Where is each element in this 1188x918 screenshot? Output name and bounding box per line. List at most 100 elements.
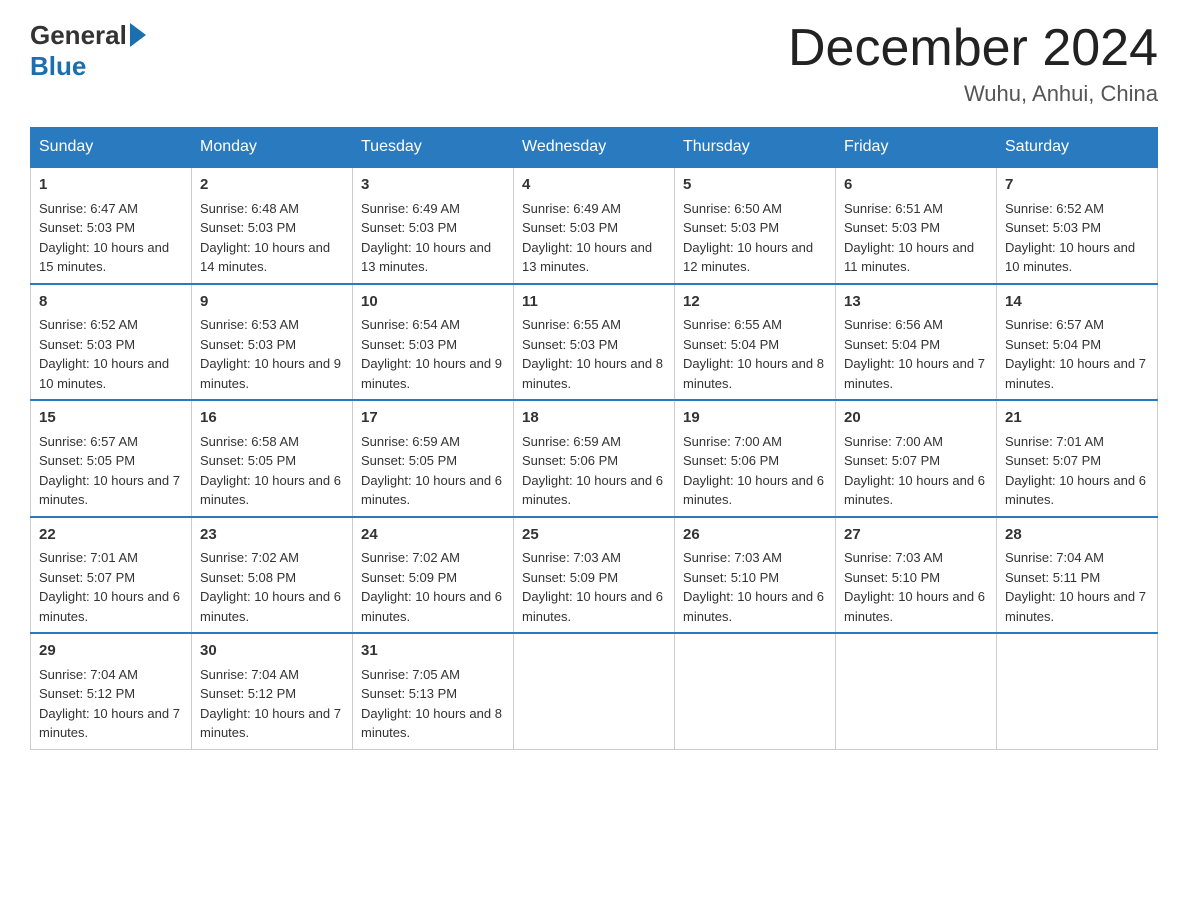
- daylight-label: Daylight: 10 hours and 6 minutes.: [683, 473, 824, 508]
- logo: General Blue: [30, 20, 146, 82]
- day-number: 23: [200, 524, 344, 547]
- sunrise-label: Sunrise: 7:02 AM: [200, 550, 299, 565]
- sunrise-label: Sunrise: 6:55 AM: [683, 317, 782, 332]
- table-row: 6 Sunrise: 6:51 AM Sunset: 5:03 PM Dayli…: [836, 167, 997, 284]
- daylight-label: Daylight: 10 hours and 8 minutes.: [522, 356, 663, 391]
- page-header: General Blue December 2024 Wuhu, Anhui, …: [30, 20, 1158, 107]
- sunset-label: Sunset: 5:03 PM: [39, 337, 135, 352]
- day-number: 1: [39, 174, 183, 197]
- sunrise-label: Sunrise: 7:01 AM: [1005, 434, 1104, 449]
- daylight-label: Daylight: 10 hours and 14 minutes.: [200, 240, 330, 275]
- sunrise-label: Sunrise: 6:52 AM: [39, 317, 138, 332]
- col-friday: Friday: [836, 128, 997, 168]
- col-wednesday: Wednesday: [514, 128, 675, 168]
- day-number: 10: [361, 291, 505, 314]
- sunrise-label: Sunrise: 7:02 AM: [361, 550, 460, 565]
- daylight-label: Daylight: 10 hours and 6 minutes.: [200, 473, 341, 508]
- daylight-label: Daylight: 10 hours and 6 minutes.: [522, 589, 663, 624]
- sunset-label: Sunset: 5:03 PM: [200, 220, 296, 235]
- sunrise-label: Sunrise: 6:52 AM: [1005, 201, 1104, 216]
- table-row: 29 Sunrise: 7:04 AM Sunset: 5:12 PM Dayl…: [31, 633, 192, 749]
- sunrise-label: Sunrise: 6:49 AM: [361, 201, 460, 216]
- day-number: 28: [1005, 524, 1149, 547]
- day-number: 15: [39, 407, 183, 430]
- sunrise-label: Sunrise: 6:55 AM: [522, 317, 621, 332]
- sunrise-label: Sunrise: 6:59 AM: [522, 434, 621, 449]
- calendar-header-row: Sunday Monday Tuesday Wednesday Thursday…: [31, 128, 1158, 168]
- table-row: 19 Sunrise: 7:00 AM Sunset: 5:06 PM Dayl…: [675, 400, 836, 517]
- daylight-label: Daylight: 10 hours and 6 minutes.: [522, 473, 663, 508]
- table-row: 8 Sunrise: 6:52 AM Sunset: 5:03 PM Dayli…: [31, 284, 192, 401]
- sunrise-label: Sunrise: 7:05 AM: [361, 667, 460, 682]
- daylight-label: Daylight: 10 hours and 6 minutes.: [844, 473, 985, 508]
- logo-blue-text: Blue: [30, 51, 86, 81]
- table-row: 30 Sunrise: 7:04 AM Sunset: 5:12 PM Dayl…: [192, 633, 353, 749]
- sunrise-label: Sunrise: 6:50 AM: [683, 201, 782, 216]
- day-number: 21: [1005, 407, 1149, 430]
- day-number: 26: [683, 524, 827, 547]
- month-title: December 2024: [788, 20, 1158, 77]
- sunrise-label: Sunrise: 7:00 AM: [844, 434, 943, 449]
- table-row: 31 Sunrise: 7:05 AM Sunset: 5:13 PM Dayl…: [353, 633, 514, 749]
- daylight-label: Daylight: 10 hours and 7 minutes.: [200, 706, 341, 741]
- day-number: 25: [522, 524, 666, 547]
- sunset-label: Sunset: 5:03 PM: [361, 337, 457, 352]
- sunset-label: Sunset: 5:11 PM: [1005, 570, 1100, 585]
- sunrise-label: Sunrise: 6:51 AM: [844, 201, 943, 216]
- daylight-label: Daylight: 10 hours and 8 minutes.: [683, 356, 824, 391]
- day-number: 22: [39, 524, 183, 547]
- table-row: 26 Sunrise: 7:03 AM Sunset: 5:10 PM Dayl…: [675, 517, 836, 634]
- table-row: 25 Sunrise: 7:03 AM Sunset: 5:09 PM Dayl…: [514, 517, 675, 634]
- day-number: 11: [522, 291, 666, 314]
- day-number: 29: [39, 640, 183, 663]
- day-number: 19: [683, 407, 827, 430]
- sunset-label: Sunset: 5:12 PM: [200, 686, 296, 701]
- table-row: 28 Sunrise: 7:04 AM Sunset: 5:11 PM Dayl…: [997, 517, 1158, 634]
- daylight-label: Daylight: 10 hours and 6 minutes.: [844, 589, 985, 624]
- table-row: 23 Sunrise: 7:02 AM Sunset: 5:08 PM Dayl…: [192, 517, 353, 634]
- sunset-label: Sunset: 5:03 PM: [39, 220, 135, 235]
- table-row: [997, 633, 1158, 749]
- day-number: 16: [200, 407, 344, 430]
- sunrise-label: Sunrise: 7:04 AM: [39, 667, 138, 682]
- title-area: December 2024 Wuhu, Anhui, China: [788, 20, 1158, 107]
- daylight-label: Daylight: 10 hours and 6 minutes.: [361, 473, 502, 508]
- day-number: 5: [683, 174, 827, 197]
- sunset-label: Sunset: 5:09 PM: [522, 570, 618, 585]
- table-row: 3 Sunrise: 6:49 AM Sunset: 5:03 PM Dayli…: [353, 167, 514, 284]
- table-row: 13 Sunrise: 6:56 AM Sunset: 5:04 PM Dayl…: [836, 284, 997, 401]
- sunrise-label: Sunrise: 7:03 AM: [683, 550, 782, 565]
- calendar-week-row: 8 Sunrise: 6:52 AM Sunset: 5:03 PM Dayli…: [31, 284, 1158, 401]
- table-row: 21 Sunrise: 7:01 AM Sunset: 5:07 PM Dayl…: [997, 400, 1158, 517]
- sunrise-label: Sunrise: 6:57 AM: [1005, 317, 1104, 332]
- daylight-label: Daylight: 10 hours and 15 minutes.: [39, 240, 169, 275]
- sunset-label: Sunset: 5:04 PM: [1005, 337, 1101, 352]
- sunset-label: Sunset: 5:06 PM: [522, 453, 618, 468]
- table-row: [514, 633, 675, 749]
- table-row: 20 Sunrise: 7:00 AM Sunset: 5:07 PM Dayl…: [836, 400, 997, 517]
- sunset-label: Sunset: 5:03 PM: [200, 337, 296, 352]
- day-number: 20: [844, 407, 988, 430]
- sunrise-label: Sunrise: 6:49 AM: [522, 201, 621, 216]
- sunrise-label: Sunrise: 6:56 AM: [844, 317, 943, 332]
- sunset-label: Sunset: 5:03 PM: [361, 220, 457, 235]
- logo-arrow-icon: [130, 23, 146, 47]
- table-row: 11 Sunrise: 6:55 AM Sunset: 5:03 PM Dayl…: [514, 284, 675, 401]
- daylight-label: Daylight: 10 hours and 6 minutes.: [39, 589, 180, 624]
- daylight-label: Daylight: 10 hours and 12 minutes.: [683, 240, 813, 275]
- sunrise-label: Sunrise: 6:54 AM: [361, 317, 460, 332]
- sunset-label: Sunset: 5:04 PM: [683, 337, 779, 352]
- daylight-label: Daylight: 10 hours and 10 minutes.: [1005, 240, 1135, 275]
- sunset-label: Sunset: 5:05 PM: [39, 453, 135, 468]
- sunset-label: Sunset: 5:13 PM: [361, 686, 457, 701]
- sunset-label: Sunset: 5:04 PM: [844, 337, 940, 352]
- table-row: 24 Sunrise: 7:02 AM Sunset: 5:09 PM Dayl…: [353, 517, 514, 634]
- calendar-table: Sunday Monday Tuesday Wednesday Thursday…: [30, 127, 1158, 750]
- sunrise-label: Sunrise: 6:53 AM: [200, 317, 299, 332]
- sunrise-label: Sunrise: 6:57 AM: [39, 434, 138, 449]
- day-number: 31: [361, 640, 505, 663]
- day-number: 12: [683, 291, 827, 314]
- calendar-week-row: 15 Sunrise: 6:57 AM Sunset: 5:05 PM Dayl…: [31, 400, 1158, 517]
- daylight-label: Daylight: 10 hours and 6 minutes.: [683, 589, 824, 624]
- table-row: 27 Sunrise: 7:03 AM Sunset: 5:10 PM Dayl…: [836, 517, 997, 634]
